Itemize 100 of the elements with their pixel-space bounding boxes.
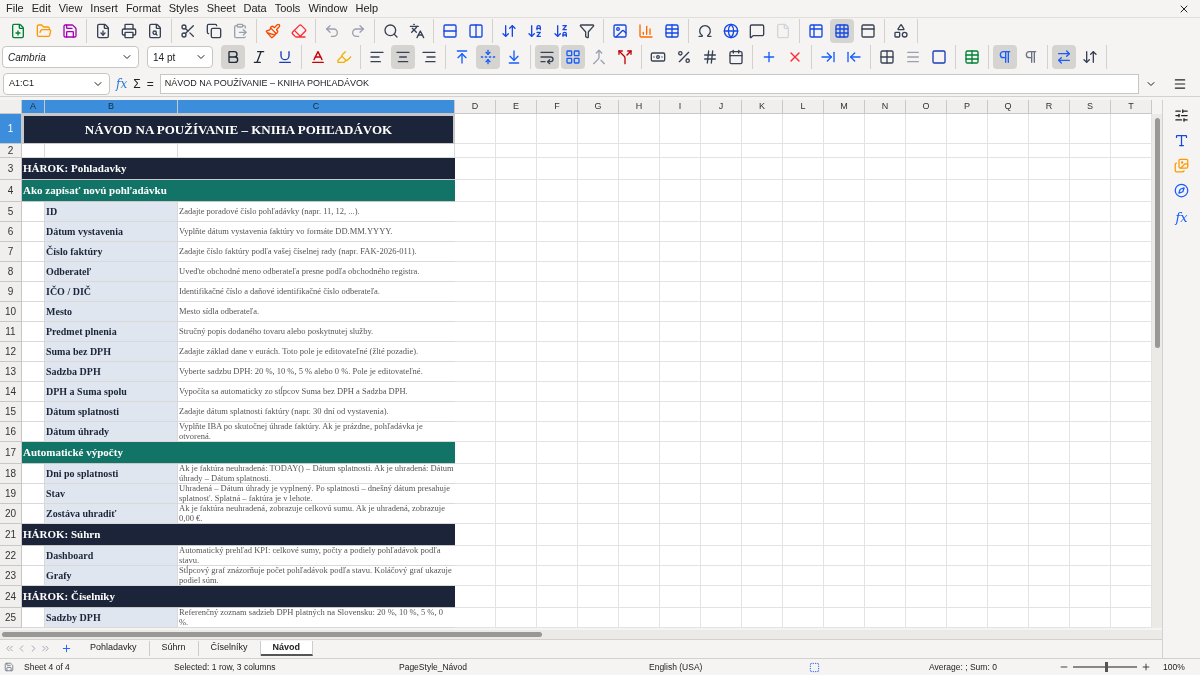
- menu-item[interactable]: Tools: [270, 0, 305, 17]
- column-header[interactable]: O: [906, 100, 947, 114]
- align-middle-button[interactable]: [476, 45, 500, 69]
- row-header[interactable]: 13: [0, 362, 22, 382]
- column-header[interactable]: L: [783, 100, 824, 114]
- row-header[interactable]: 5: [0, 202, 22, 222]
- merge-center-button[interactable]: [561, 45, 585, 69]
- vertical-scrollbar[interactable]: [1154, 118, 1160, 348]
- description-cell: Zadajte základ dane v eurách. Toto pole je editovateľné (žlté pozadie).: [178, 342, 455, 362]
- functions-button[interactable]: fx: [1175, 208, 1188, 228]
- zoom-slider-thumb[interactable]: [1105, 662, 1108, 672]
- row-header[interactable]: 22: [0, 546, 22, 566]
- sheet-tab[interactable]: Súhrn: [149, 640, 199, 656]
- column-header[interactable]: A: [22, 100, 45, 114]
- menu-item[interactable]: Help: [351, 0, 383, 17]
- sum-button[interactable]: Σ: [133, 74, 141, 93]
- row-header[interactable]: 3: [0, 158, 22, 180]
- row-header[interactable]: 2: [0, 144, 22, 158]
- column-header[interactable]: S: [1070, 100, 1111, 114]
- font-size-field[interactable]: 14 pt: [147, 46, 213, 68]
- row-header[interactable]: 14: [0, 382, 22, 402]
- row-header[interactable]: 8: [0, 262, 22, 282]
- column-header[interactable]: I: [660, 100, 701, 114]
- freeze-panes-button[interactable]: [830, 18, 854, 43]
- menu-item[interactable]: File: [2, 0, 28, 17]
- shapes-icon: [893, 22, 909, 39]
- borders-icon: [879, 49, 895, 65]
- menu-item[interactable]: Data: [239, 0, 271, 17]
- menu-item[interactable]: Edit: [27, 0, 55, 17]
- column-header[interactable]: M: [824, 100, 865, 114]
- column-header[interactable]: G: [578, 100, 619, 114]
- row-header[interactable]: 25: [0, 608, 22, 628]
- column-header[interactable]: Q: [988, 100, 1029, 114]
- row-header[interactable]: 19: [0, 484, 22, 504]
- row-header[interactable]: 20: [0, 504, 22, 524]
- wrap-text-button[interactable]: [535, 45, 559, 69]
- menu-item[interactable]: Insert: [86, 0, 122, 17]
- pilcrow-button[interactable]: [993, 45, 1017, 69]
- menu-icon[interactable]: [1173, 76, 1187, 91]
- properties-icon[interactable]: [1174, 108, 1189, 123]
- row-header[interactable]: 11: [0, 322, 22, 342]
- column-header[interactable]: T: [1111, 100, 1152, 114]
- add-sheet-icon[interactable]: [61, 642, 72, 654]
- menu-item[interactable]: Sheet: [202, 0, 240, 17]
- row-header[interactable]: 12: [0, 342, 22, 362]
- column-header[interactable]: F: [537, 100, 578, 114]
- sheet-tab[interactable]: Pohladavky: [78, 640, 150, 656]
- row-header[interactable]: 4: [0, 180, 22, 202]
- column-header[interactable]: N: [865, 100, 906, 114]
- row-header[interactable]: 18: [0, 464, 22, 484]
- navigator-icon[interactable]: [1174, 183, 1189, 198]
- row-header[interactable]: 24: [0, 586, 22, 608]
- menu-item[interactable]: View: [54, 0, 87, 17]
- description-cell: Zadajte dátum splatnosti faktúry (napr. 30 dní od vystavenia).: [178, 402, 455, 422]
- column-header[interactable]: C: [178, 100, 455, 114]
- column-header[interactable]: E: [496, 100, 537, 114]
- copy-icon: [206, 22, 222, 39]
- conditional-format-icon: [964, 49, 980, 65]
- column-header[interactable]: R: [1029, 100, 1070, 114]
- styles-icon[interactable]: [1174, 133, 1189, 148]
- bold-button[interactable]: [221, 45, 245, 69]
- save-icon: [62, 22, 78, 39]
- description-cell: Uveďte obchodné meno odberateľa presne podľa obchodného registra.: [178, 262, 455, 282]
- formula-button[interactable]: =: [146, 74, 154, 93]
- align-center-button[interactable]: [391, 45, 415, 69]
- border-color-icon: [931, 49, 947, 65]
- align-right-icon: [421, 49, 437, 65]
- column-header[interactable]: J: [701, 100, 742, 114]
- column-header[interactable]: K: [742, 100, 783, 114]
- row-header[interactable]: 16: [0, 422, 22, 442]
- name-box[interactable]: A1:C1: [3, 72, 110, 95]
- menu-item[interactable]: Format: [121, 0, 165, 17]
- row-header[interactable]: 17: [0, 442, 22, 464]
- bold-icon: [225, 49, 241, 65]
- menu-item[interactable]: Window: [304, 0, 352, 17]
- gallery-icon[interactable]: [1174, 158, 1189, 173]
- row-header[interactable]: 23: [0, 566, 22, 586]
- row-header[interactable]: 9: [0, 282, 22, 302]
- description-cell: Zadajte číslo faktúry podľa vašej číselnej rady (napr. FAK-2026-011).: [178, 242, 455, 262]
- zoom-in-icon[interactable]: [1141, 662, 1151, 672]
- text-direction-button[interactable]: [1052, 45, 1076, 69]
- field-name-cell: Suma bez DPH: [45, 342, 178, 362]
- row-header[interactable]: 21: [0, 524, 22, 546]
- sheet-tab[interactable]: Číselníky: [198, 640, 261, 656]
- column-header[interactable]: P: [947, 100, 988, 114]
- row-header[interactable]: 6: [0, 222, 22, 242]
- formula-input[interactable]: NÁVOD NA POUŽÍVANIE – KNIHA POHĽADÁVOK: [159, 73, 1139, 94]
- column-header[interactable]: B: [45, 100, 178, 114]
- row-header[interactable]: 10: [0, 302, 22, 322]
- horizontal-scrollbar[interactable]: [2, 632, 542, 637]
- function-wizard-button[interactable]: fx: [116, 74, 128, 93]
- select-all-corner[interactable]: [0, 100, 22, 114]
- column-header[interactable]: D: [455, 100, 496, 114]
- column-header[interactable]: H: [619, 100, 660, 114]
- sheet-tab[interactable]: Návod: [260, 640, 314, 656]
- menu-item[interactable]: Styles: [164, 0, 203, 17]
- font-name-field[interactable]: Cambria: [2, 46, 139, 68]
- row-header[interactable]: 15: [0, 402, 22, 422]
- row-header[interactable]: 7: [0, 242, 22, 262]
- zoom-level[interactable]: 100%: [1163, 660, 1185, 674]
